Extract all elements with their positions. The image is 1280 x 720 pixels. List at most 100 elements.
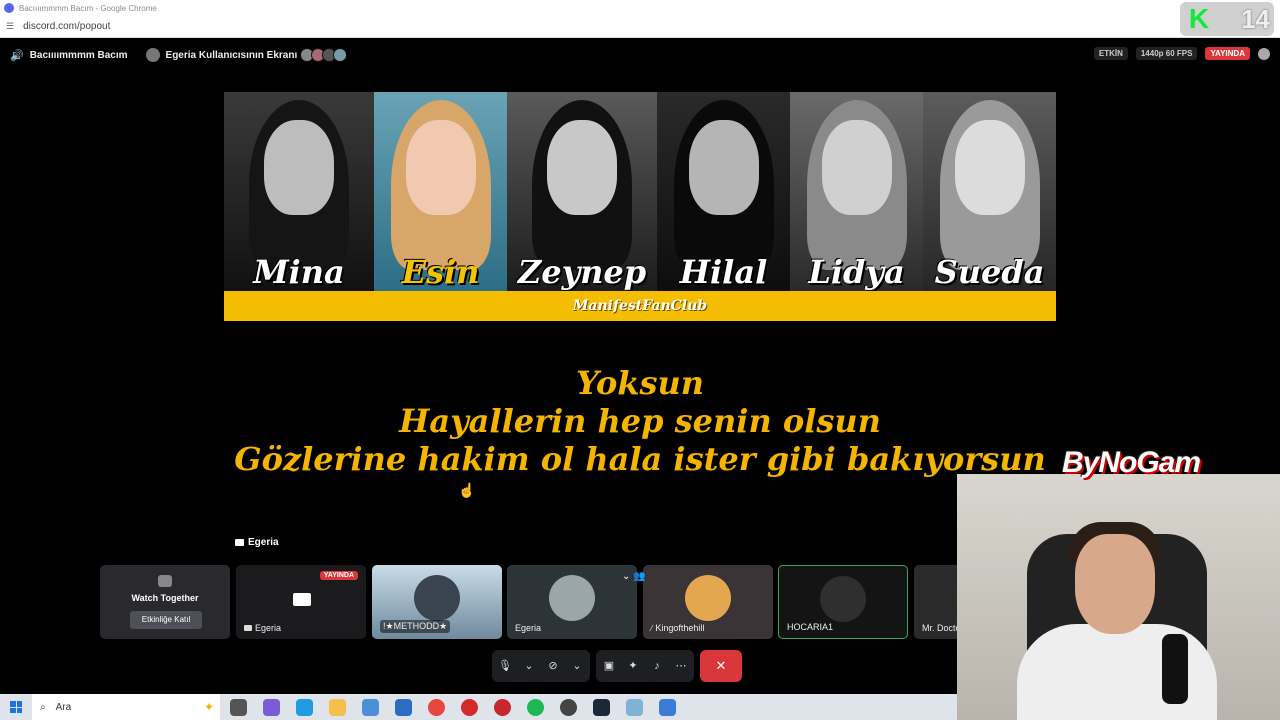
- activity-icon: [158, 575, 172, 587]
- steam-icon[interactable]: [593, 698, 610, 716]
- watch-together-title: Watch Together: [131, 593, 199, 603]
- chevron-down-icon[interactable]: ⌄ 👥: [622, 571, 646, 582]
- portrait-name: Mina: [253, 253, 345, 291]
- portrait-mina: Mina: [224, 92, 374, 291]
- opera-gx-icon[interactable]: [494, 698, 511, 716]
- participant-tile[interactable]: !★METHODD★: [372, 565, 502, 639]
- avatar: [820, 576, 866, 622]
- address-bar[interactable]: ☰ discord.com/popout: [0, 16, 1280, 38]
- portrait-hilal: Hilal: [657, 92, 790, 291]
- portrait-name: Hilal: [679, 253, 768, 291]
- screen-title: Egeria Kullanıcısının Ekranı: [165, 49, 298, 61]
- etkin-badge[interactable]: ETKİN: [1093, 47, 1128, 60]
- streamer-avatar: [145, 48, 160, 62]
- search-icon: ⌕: [40, 701, 46, 713]
- lyric-line: Gözlerine hakim ol hala ister gibi bakıy…: [234, 440, 1046, 478]
- k-logo-icon: K: [1188, 3, 1210, 34]
- window-title: Bacıııımmmm Bacım - Google Chrome: [19, 3, 157, 13]
- windows-taskbar: ⌕ Ara ✦: [0, 694, 957, 720]
- camera-off-icon[interactable]: ⊘: [546, 659, 560, 673]
- lyrics-block: Yoksun Hayallerin hep senin olsun Gözler…: [224, 364, 1056, 478]
- lyric-line: Yoksun: [575, 364, 705, 402]
- banner-footer: ManifestFanClub: [224, 291, 1056, 321]
- participant-name: HOCARIA1: [787, 622, 834, 632]
- task-view-icon[interactable]: [230, 698, 247, 716]
- watch-together-tile[interactable]: Watch Together Etkinliğe Katıl: [100, 565, 230, 639]
- webcam-overlay: [957, 474, 1280, 720]
- opera-icon[interactable]: [461, 698, 478, 716]
- live-badge: YAYINDA: [319, 571, 358, 580]
- action-group: ▣ ✦ ♪ ⋯: [596, 650, 694, 682]
- sparkle-icon: ✦: [203, 700, 214, 714]
- portrait-esin: Esin: [374, 92, 507, 291]
- participant-tile[interactable]: HOCARIA1: [778, 565, 908, 639]
- outlook-icon[interactable]: [395, 698, 412, 716]
- app-icon[interactable]: [626, 698, 643, 716]
- streamer-face: [1075, 534, 1155, 634]
- muted-icon: ⁄: [651, 623, 653, 633]
- chevron-down-icon[interactable]: ⌄: [522, 659, 536, 673]
- soundboard-icon[interactable]: ♪: [650, 659, 664, 673]
- portrait-sueda: Sueda: [923, 92, 1056, 291]
- obs-icon[interactable]: [560, 698, 577, 716]
- portrait-name: Esin: [401, 253, 480, 291]
- spotify-icon[interactable]: [527, 698, 544, 716]
- browser-title-bar: Bacıııımmmm Bacım - Google Chrome: [0, 0, 1280, 16]
- portrait-lidya: Lidya: [790, 92, 923, 291]
- discord-favicon-icon: [4, 3, 14, 13]
- microphone-icon[interactable]: 🎙: [498, 659, 512, 673]
- avatar: [685, 575, 731, 621]
- viewer-avatars[interactable]: [300, 48, 348, 62]
- taskbar-search[interactable]: ⌕ Ara ✦: [32, 694, 220, 720]
- store-icon[interactable]: [362, 698, 379, 716]
- copilot-icon[interactable]: [263, 698, 280, 716]
- chevron-down-icon[interactable]: ⌄: [570, 659, 584, 673]
- chrome-icon[interactable]: [428, 698, 445, 716]
- overlay-badge-number: 14: [1241, 3, 1270, 34]
- lyric-line: Hayallerin hep senin olsun: [399, 402, 881, 440]
- screen-share-icon: [244, 625, 252, 631]
- participant-tiles: Watch Together Etkinliğe Katıl YAYINDA E…: [100, 565, 960, 640]
- participant-tile[interactable]: Egeria: [507, 565, 637, 639]
- portrait-name: Sueda: [934, 253, 1045, 291]
- site-info-icon[interactable]: ☰: [6, 21, 14, 32]
- stream-owner-label: Egeria: [235, 537, 279, 548]
- chat-icon[interactable]: [1258, 47, 1270, 60]
- activities-icon[interactable]: ✦: [626, 659, 640, 673]
- mic-group: 🎙 ⌄ ⊘ ⌄: [492, 650, 590, 682]
- channel-name[interactable]: Bacıııımmmm Bacım: [30, 50, 128, 61]
- disconnect-button[interactable]: ✕: [700, 650, 742, 682]
- avatar: [414, 575, 460, 621]
- mouse-cursor-icon: ☝: [458, 482, 476, 498]
- share-screen-icon[interactable]: ▣: [602, 659, 616, 673]
- url-text[interactable]: discord.com/popout: [23, 21, 110, 32]
- participant-tile[interactable]: Mr. Docto: [914, 565, 960, 639]
- edge-icon[interactable]: [296, 698, 313, 716]
- screen-share-icon: [235, 539, 244, 546]
- screen-share-icon: [293, 593, 311, 606]
- quality-badge: 1440p 60 FPS: [1135, 47, 1198, 60]
- participant-tile[interactable]: ⁄ Kingofthehill: [643, 565, 773, 639]
- more-options-icon[interactable]: ⋯: [674, 659, 688, 673]
- search-placeholder[interactable]: Ara: [56, 702, 194, 713]
- voice-channel-icon: 🔊: [10, 49, 24, 62]
- app-icon[interactable]: [659, 698, 676, 716]
- banner-footer-text: ManifestFanClub: [572, 298, 708, 314]
- hang-up-icon: ✕: [715, 658, 727, 673]
- participant-name: Egeria: [515, 623, 542, 633]
- participant-name: Egeria: [255, 623, 282, 633]
- streamer-logo: ByNoGam: [1062, 446, 1201, 479]
- participant-name: !★METHODD★: [383, 621, 448, 631]
- overlay-badge: K 14: [1180, 2, 1274, 36]
- windows-start-icon[interactable]: [10, 701, 22, 713]
- portrait-name: Zeynep: [517, 253, 647, 291]
- participant-name: Mr. Docto: [922, 623, 960, 633]
- file-explorer-icon[interactable]: [329, 698, 346, 716]
- stream-header: 🔊 Bacıııımmmm Bacım Egeria Kullanıcısını…: [0, 39, 1280, 71]
- stream-owner-name: Egeria: [248, 537, 279, 548]
- participant-tile[interactable]: YAYINDA Egeria: [236, 565, 366, 639]
- avatar: [549, 575, 595, 621]
- call-controls: 🎙 ⌄ ⊘ ⌄ ▣ ✦ ♪ ⋯ ✕: [492, 650, 782, 682]
- fanclub-banner: Mina Esin Zeynep Hilal Lidya Sueda Manif…: [224, 92, 1056, 321]
- join-activity-button[interactable]: Etkinliğe Katıl: [130, 611, 202, 629]
